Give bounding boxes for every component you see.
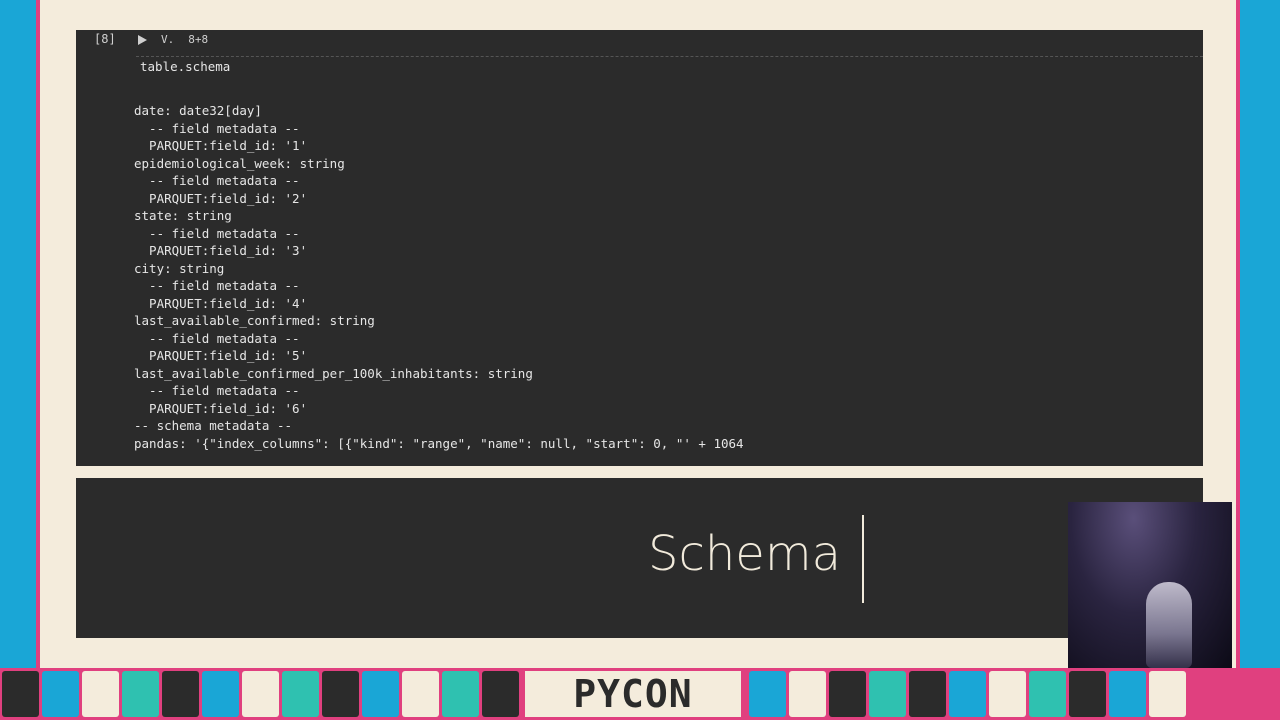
output-line: PARQUET:field_id: '3' (134, 243, 308, 258)
output-line: pandas: '{"index_columns": [{"kind": "ra… (134, 435, 744, 451)
robot-icon (242, 671, 279, 717)
dots-icon (482, 671, 519, 717)
wave-icon (749, 671, 786, 717)
output-line: date: date32[day] (134, 103, 262, 118)
cell-divider (136, 56, 1203, 57)
output-line: state: string (134, 208, 232, 223)
terminal-icon (909, 671, 946, 717)
output-line: -- field metadata -- (134, 225, 300, 241)
output-line: city: string (134, 260, 225, 276)
speaker-webcam (1068, 502, 1232, 668)
chevron-icon (989, 671, 1026, 717)
right-border-decoration (1232, 0, 1280, 668)
output-line: PARQUET:field_id: '5' (134, 348, 308, 363)
banner-tiles-right (747, 671, 1186, 717)
leaf-icon (122, 671, 159, 717)
slide-title: Schema (648, 526, 841, 582)
output-line: -- field metadata -- (134, 330, 300, 346)
left-border-decoration (0, 0, 44, 668)
robot-icon (1149, 671, 1186, 717)
snake-icon (42, 671, 79, 717)
arch-icon (202, 671, 239, 717)
variables-button[interactable]: V. (161, 33, 174, 46)
output-line: -- field metadata -- (134, 173, 300, 188)
output-line: epidemiological_week: string (134, 155, 345, 171)
terminal-icon (2, 671, 39, 717)
format-button[interactable]: 8+8 (188, 33, 208, 46)
output-line: last_available_confirmed: string (134, 313, 375, 328)
output-line: -- field metadata -- (134, 278, 300, 293)
cell-output: date: date32[day] -- field metadata -- P… (134, 102, 744, 452)
pattern-icon (402, 671, 439, 717)
star-icon (162, 671, 199, 717)
pycon-logo: PYCON 2020 (525, 671, 741, 720)
output-line: -- field metadata -- (134, 120, 300, 136)
banner-tiles-left (0, 671, 519, 717)
keyboard-icon (789, 671, 826, 717)
star-icon (1069, 671, 1106, 717)
output-line: -- schema metadata -- (134, 418, 293, 433)
output-line: PARQUET:field_id: '2' (134, 190, 308, 206)
slide-title-panel: Schema (76, 478, 1203, 638)
notebook-cell[interactable]: [8] V. 8+8 table.schema date: date32[day… (76, 30, 1203, 466)
output-line: PARQUET:field_id: '1' (134, 138, 308, 153)
title-divider (862, 515, 864, 603)
speaker-figure (1146, 582, 1192, 668)
output-line: last_available_confirmed_per_100k_inhabi… (134, 365, 533, 381)
arch-icon (1109, 671, 1146, 717)
output-line: PARQUET:field_id: '6' (134, 400, 308, 416)
cell-toolbar: V. 8+8 (138, 33, 208, 46)
bird-icon (322, 671, 359, 717)
run-icon[interactable] (138, 34, 147, 45)
wave-icon (362, 671, 399, 717)
cell-execution-count: [8] (94, 32, 116, 46)
snake-icon (949, 671, 986, 717)
leaf-icon (1029, 671, 1066, 717)
stripes-icon (442, 671, 479, 717)
chevron-icon (82, 671, 119, 717)
grid-icon (282, 671, 319, 717)
terminal-window-icon (829, 671, 866, 717)
output-line: PARQUET:field_id: '4' (134, 295, 308, 311)
code-input[interactable]: table.schema (140, 59, 230, 74)
stripes-icon (869, 671, 906, 717)
pycon-banner: PYCON 2020 (0, 668, 1280, 720)
output-line: -- field metadata -- (134, 383, 300, 398)
